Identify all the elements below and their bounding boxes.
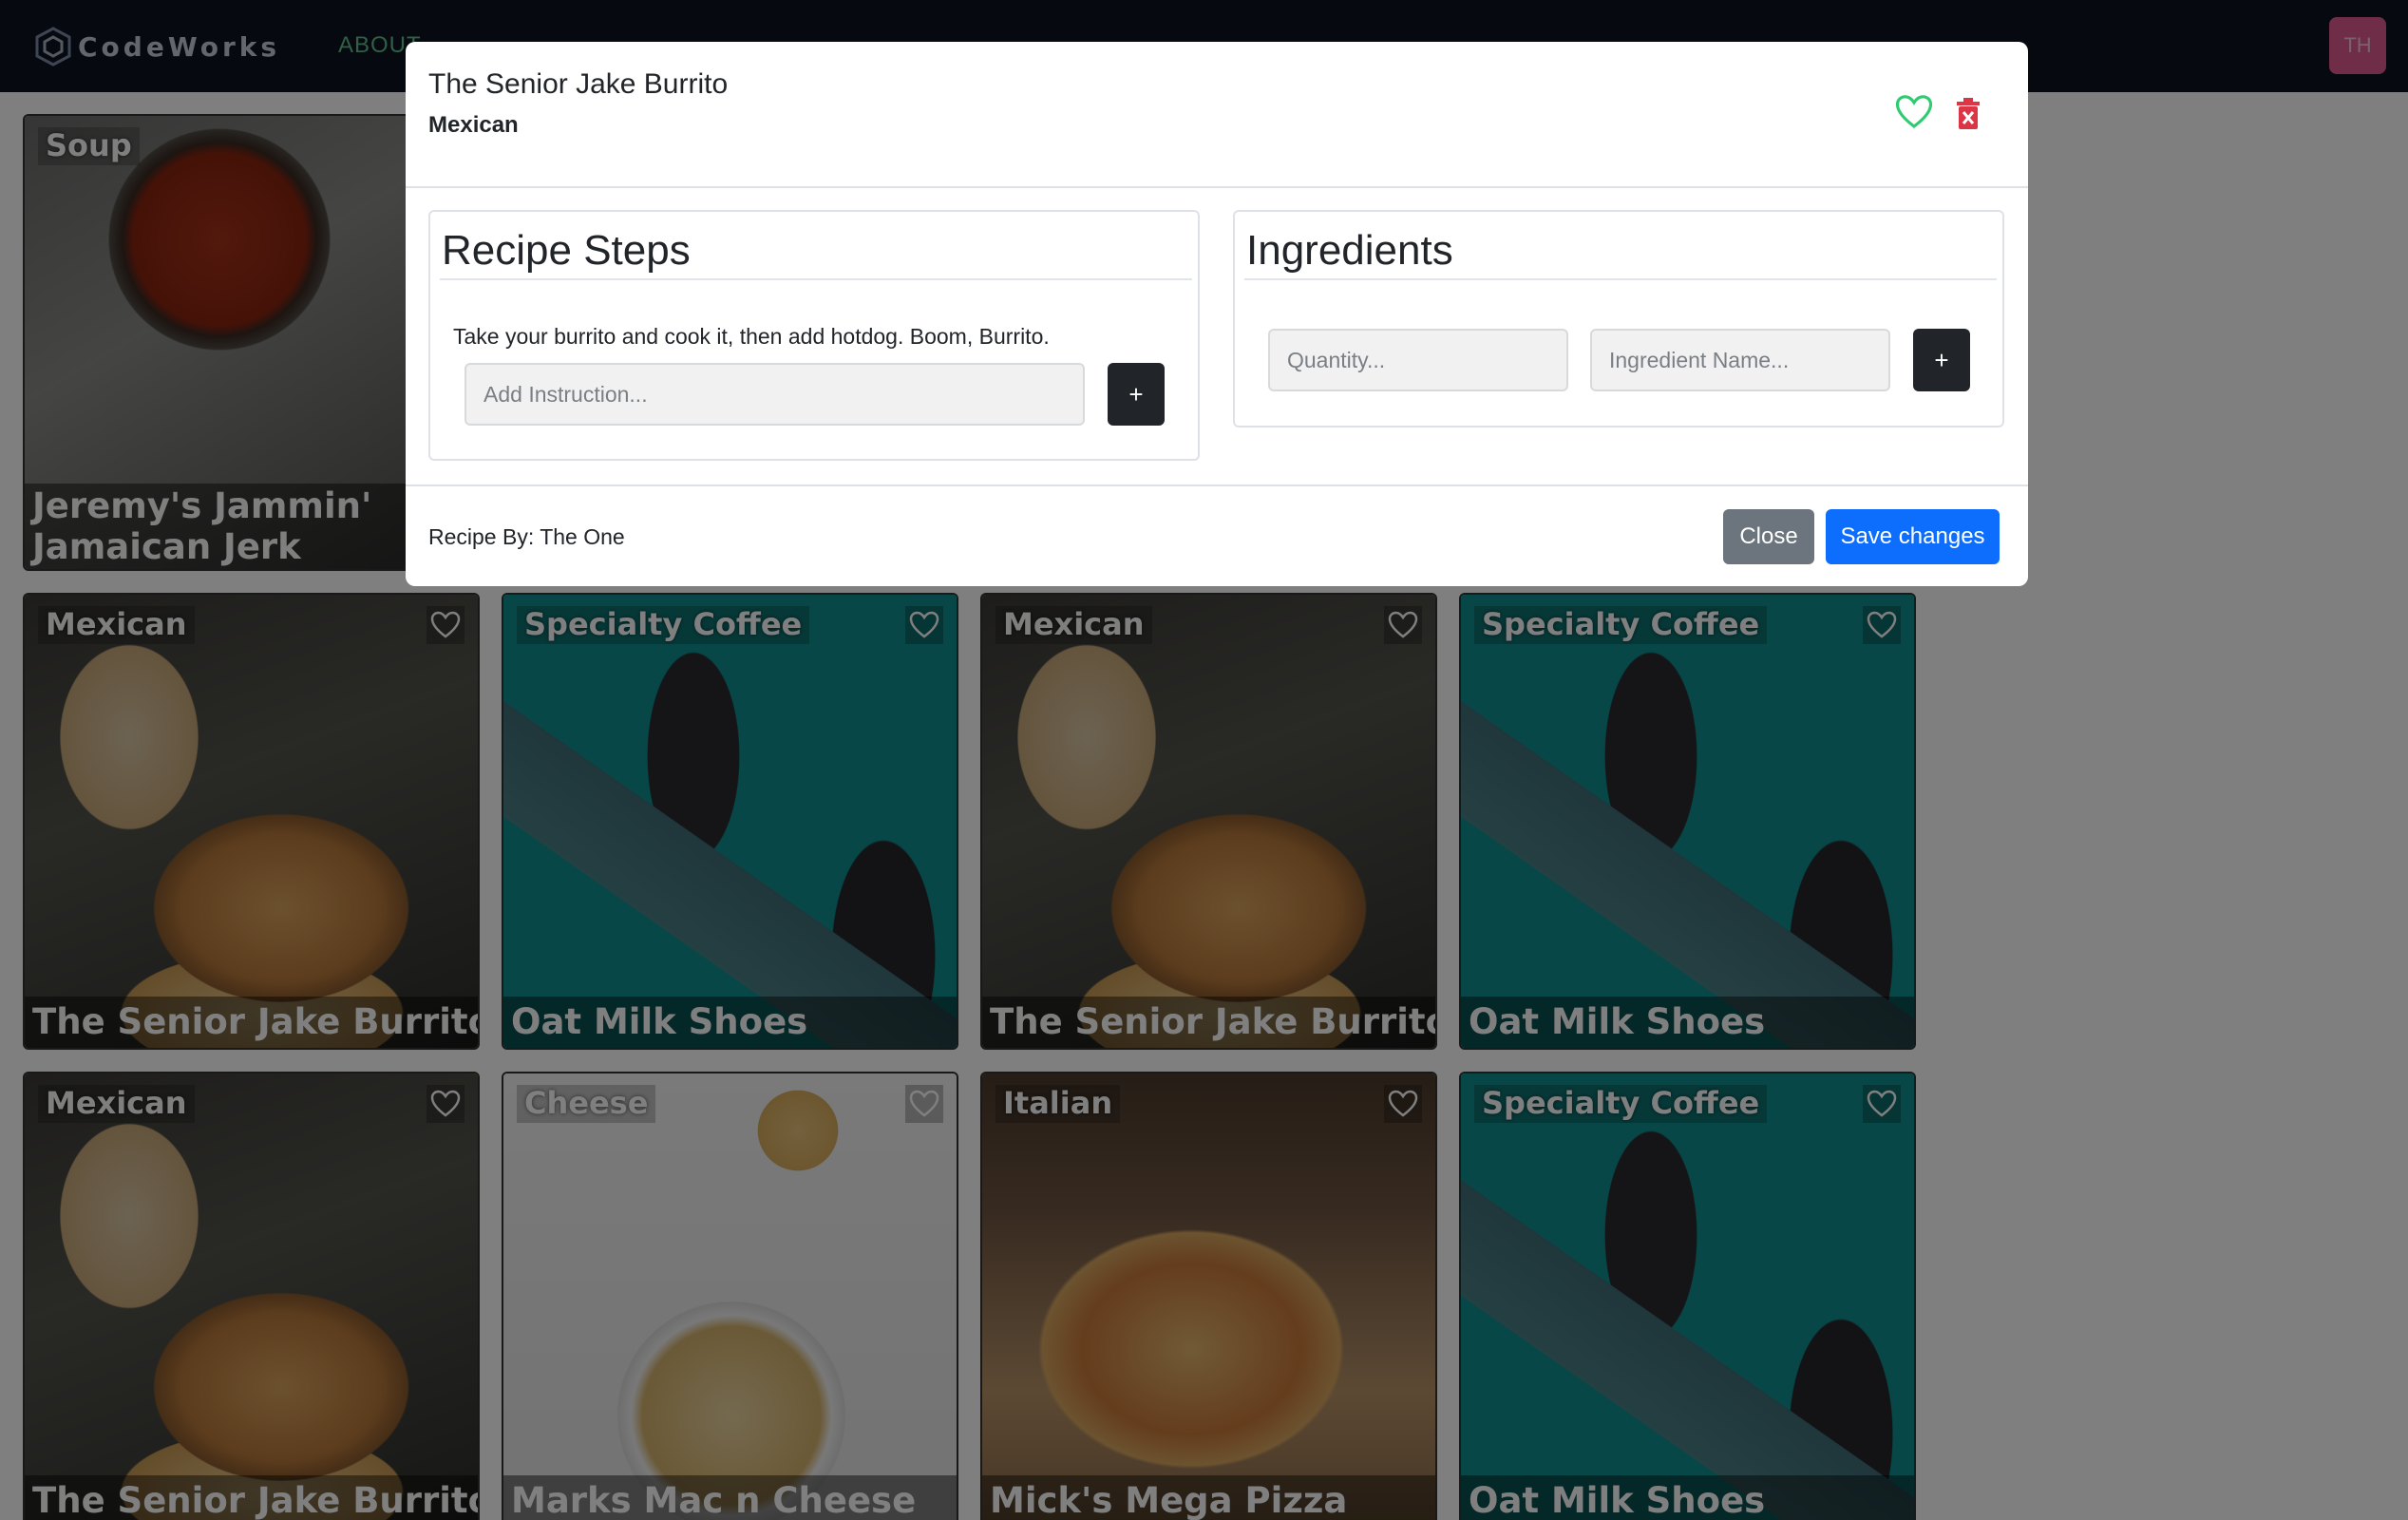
divider: [440, 278, 1192, 280]
save-changes-button[interactable]: Save changes: [1826, 509, 2000, 564]
recipe-modal: The Senior Jake Burrito Mexican Recipe S…: [406, 42, 2028, 586]
heart-icon[interactable]: [1895, 93, 1933, 131]
close-button[interactable]: Close: [1723, 509, 1814, 564]
add-instruction-button[interactable]: +: [1108, 363, 1165, 426]
ingredient-name-input[interactable]: Ingredient Name...: [1590, 329, 1890, 391]
ingredients-heading: Ingredients: [1246, 227, 1453, 274]
ingredients-panel: Ingredients Quantity... Ingredient Name.…: [1233, 210, 2004, 428]
modal-category: Mexican: [428, 112, 519, 138]
recipe-author: Recipe By: The One: [428, 524, 625, 549]
add-ingredient-button[interactable]: +: [1913, 329, 1970, 391]
quantity-input[interactable]: Quantity...: [1268, 329, 1568, 391]
recipe-steps-heading: Recipe Steps: [442, 227, 691, 274]
recipe-step: Take your burrito and cook it, then add …: [453, 324, 1050, 349]
divider: [1244, 278, 1997, 280]
modal-header: The Senior Jake Burrito Mexican: [406, 42, 2028, 188]
recipe-steps-panel: Recipe Steps Take your burrito and cook …: [428, 210, 1200, 461]
modal-footer: Recipe By: The One Close Save changes: [406, 484, 2028, 586]
modal-title: The Senior Jake Burrito: [428, 68, 729, 100]
trash-icon[interactable]: [1954, 97, 1982, 131]
add-instruction-input[interactable]: Add Instruction...: [465, 363, 1085, 426]
